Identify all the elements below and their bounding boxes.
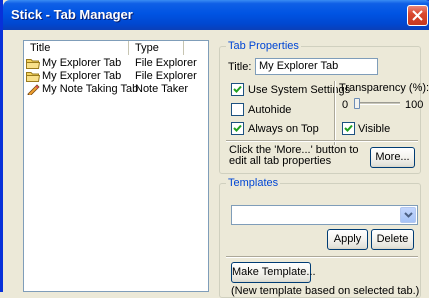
autohide-label: Autohide bbox=[248, 104, 292, 116]
column-header-type[interactable]: Type bbox=[129, 41, 184, 55]
pencil-icon bbox=[27, 84, 40, 95]
client-area: Title Type My Explorer Tab File Explorer… bbox=[6, 30, 429, 298]
transparency-min-label: 0 bbox=[342, 99, 349, 111]
always-on-top-checkbox[interactable] bbox=[231, 122, 244, 135]
list-item[interactable]: My Explorer Tab File Explorer bbox=[26, 70, 206, 83]
window-title: Stick - Tab Manager bbox=[11, 7, 133, 22]
more-button[interactable]: More... bbox=[370, 147, 415, 168]
list-item-title: My Note Taking Tab bbox=[42, 83, 139, 95]
list-item-type: File Explorer bbox=[135, 57, 197, 69]
list-item-type: File Explorer bbox=[135, 70, 197, 82]
folder-icon bbox=[26, 72, 40, 82]
visible-checkbox[interactable] bbox=[342, 122, 355, 135]
transparency-label: Transparency (%): bbox=[339, 82, 429, 94]
transparency-max-label: 100 bbox=[405, 99, 424, 111]
tab-list[interactable]: Title Type My Explorer Tab File Explorer… bbox=[23, 40, 209, 292]
list-item[interactable]: My Note Taking Tab Note Taker bbox=[26, 83, 206, 96]
templates-group: Templates Apply Delete Make Template... … bbox=[219, 177, 421, 298]
title-input[interactable]: My Explorer Tab bbox=[255, 58, 378, 75]
chevron-down-icon bbox=[404, 212, 413, 218]
title-label: Title: bbox=[228, 61, 252, 73]
list-header: Title Type bbox=[24, 41, 208, 55]
properties-divider bbox=[334, 81, 336, 145]
properties-separator bbox=[226, 140, 418, 142]
list-item-title: My Explorer Tab bbox=[42, 57, 122, 69]
tab-properties-group: Tab Properties Title: My Explorer Tab Us… bbox=[219, 40, 429, 174]
more-hint-text: Click the 'More...' button to edit all t… bbox=[229, 144, 359, 167]
make-template-hint: (New template based on selected tab.) bbox=[231, 285, 420, 297]
templates-label: Templates bbox=[226, 177, 281, 189]
delete-button[interactable]: Delete bbox=[371, 229, 414, 250]
templates-separator bbox=[226, 256, 418, 258]
checkmark-icon bbox=[233, 124, 242, 132]
column-header-title[interactable]: Title bbox=[24, 41, 129, 55]
close-button[interactable] bbox=[407, 5, 428, 26]
list-item-type: Note Taker bbox=[135, 83, 188, 95]
apply-button[interactable]: Apply bbox=[327, 229, 368, 250]
tab-manager-window: Stick - Tab Manager Title Type My Explor… bbox=[0, 0, 429, 298]
folder-icon bbox=[26, 59, 40, 69]
checkmark-icon bbox=[233, 85, 242, 93]
make-template-button[interactable]: Make Template... bbox=[231, 262, 316, 283]
checkmark-icon bbox=[344, 124, 353, 132]
use-system-settings-checkbox[interactable] bbox=[231, 83, 244, 96]
dropdown-arrow-button[interactable] bbox=[400, 207, 416, 223]
template-select[interactable] bbox=[231, 205, 418, 225]
autohide-checkbox[interactable] bbox=[231, 103, 244, 116]
always-on-top-label: Always on Top bbox=[248, 123, 319, 135]
transparency-slider-thumb[interactable] bbox=[354, 98, 360, 109]
visible-label: Visible bbox=[358, 123, 391, 135]
tab-properties-label: Tab Properties bbox=[226, 40, 301, 52]
transparency-slider-track[interactable] bbox=[354, 102, 400, 105]
list-item[interactable]: My Explorer Tab File Explorer bbox=[26, 57, 206, 70]
list-item-title: My Explorer Tab bbox=[42, 70, 122, 82]
title-bar[interactable]: Stick - Tab Manager bbox=[3, 0, 429, 30]
close-icon bbox=[412, 10, 423, 21]
